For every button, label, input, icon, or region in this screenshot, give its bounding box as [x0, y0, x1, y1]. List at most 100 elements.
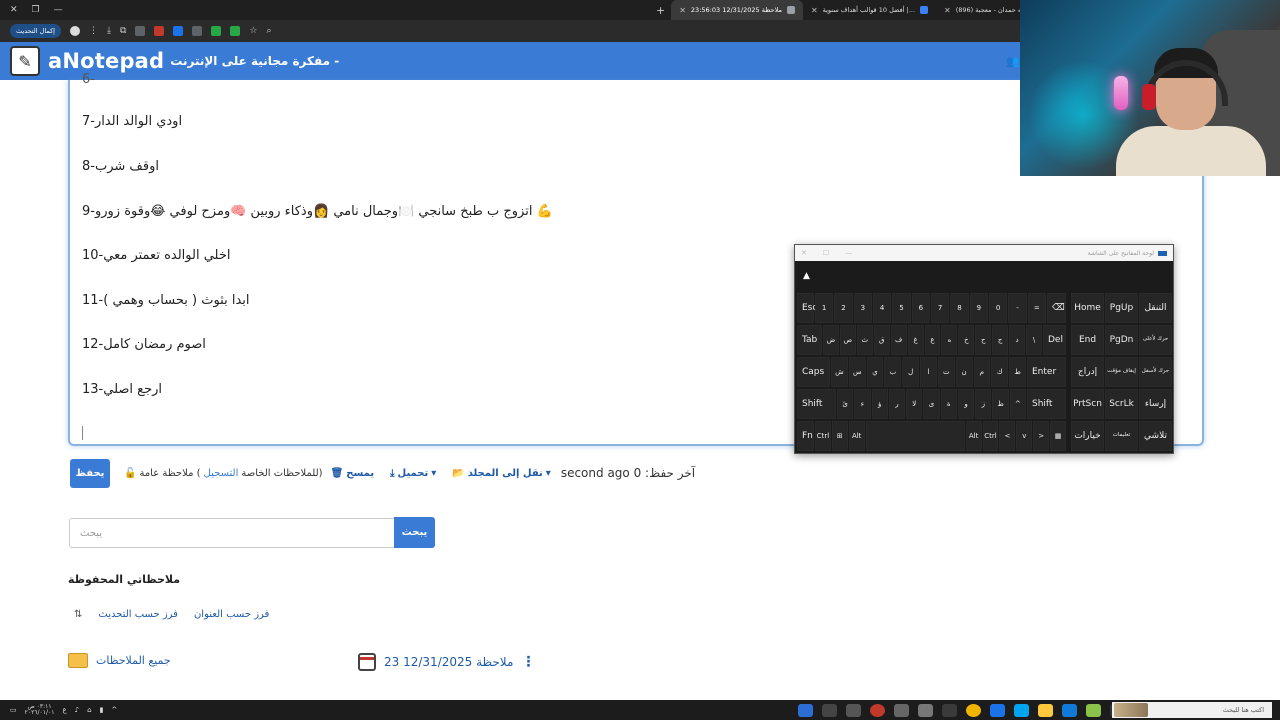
keyboard-key[interactable]: ء — [854, 389, 871, 419]
keyboard-nav-key[interactable]: إدراج — [1071, 357, 1104, 387]
app-icon[interactable] — [894, 703, 909, 717]
keyboard-key[interactable]: ل — [902, 357, 920, 387]
keyboard-key[interactable]: 5 — [892, 293, 911, 323]
keyboard-key[interactable]: Del — [1043, 325, 1066, 355]
sort-by-title-link[interactable]: فرز حسب العنوان — [194, 609, 269, 620]
menu-icon[interactable]: ⋮ — [89, 26, 98, 36]
keyboard-key[interactable]: 6 — [911, 293, 930, 323]
search-icon[interactable]: ⌕ — [266, 26, 271, 36]
close-tab-icon[interactable]: ✕ — [811, 6, 818, 15]
download-button[interactable]: ⤓ تحميل ▾ — [390, 468, 436, 479]
keyboard-key[interactable]: ئ — [837, 389, 854, 419]
keyboard-key[interactable]: 9 — [969, 293, 988, 323]
keyboard-nav-key[interactable]: خيارات — [1071, 421, 1104, 451]
keyboard-nav-key[interactable]: PgUp — [1105, 293, 1138, 323]
extension-icon[interactable] — [230, 26, 241, 36]
keyboard-key[interactable]: ت — [937, 357, 955, 387]
restore-window-icon[interactable]: ❐ — [32, 5, 40, 15]
keyboard-key[interactable]: ب — [884, 357, 902, 387]
app-icon[interactable] — [942, 703, 957, 717]
more-options-icon[interactable]: ⋮ — [521, 654, 535, 670]
app-icon[interactable] — [1014, 703, 1029, 717]
bookmark-star-icon[interactable]: ☆ — [249, 26, 257, 36]
keyboard-key[interactable]: > — [1033, 421, 1050, 451]
keyboard-key[interactable]: ث — [856, 325, 873, 355]
keyboard-key[interactable]: ي — [866, 357, 884, 387]
keyboard-key[interactable]: 3 — [853, 293, 872, 323]
keyboard-key[interactable]: < — [999, 421, 1016, 451]
minimize-window-icon[interactable]: — — [54, 5, 63, 15]
network-icon[interactable]: ⌂ — [87, 706, 91, 714]
notification-icon[interactable]: ▭ — [10, 706, 17, 714]
update-button[interactable]: إكمال التحديث — [10, 24, 61, 38]
keyboard-nav-key[interactable]: تعليمات — [1105, 421, 1138, 451]
close-window-icon[interactable]: ✕ — [10, 5, 18, 15]
keyboard-key[interactable]: لا — [906, 389, 923, 419]
keyboard-key[interactable]: 4 — [873, 293, 892, 323]
keyboard-key[interactable]: 1 — [815, 293, 834, 323]
keyboard-key[interactable]: Alt — [848, 421, 865, 451]
file-explorer-icon[interactable] — [1038, 703, 1053, 717]
move-to-folder-button[interactable]: 📂 نقل إلى المجلد ▾ — [452, 468, 551, 479]
keyboard-key[interactable]: ه — [941, 325, 958, 355]
saved-note-item[interactable]: ملاحظة 12/31/2025 23 ⋮ — [358, 653, 535, 671]
keyboard-key[interactable]: ⊞ — [831, 421, 848, 451]
space-key[interactable] — [865, 421, 965, 451]
settings-icon[interactable] — [918, 703, 933, 717]
keyboard-key[interactable]: Caps — [797, 357, 830, 387]
app-icon[interactable] — [990, 703, 1005, 717]
maximize-icon[interactable]: ☐ — [823, 249, 829, 257]
extension-icon[interactable] — [173, 26, 184, 36]
keyboard-key[interactable]: و — [957, 389, 975, 419]
register-link[interactable]: التسجيل — [204, 468, 239, 479]
keyboard-key[interactable]: ؤ — [871, 389, 888, 419]
site-brand[interactable]: aNotepad — [48, 49, 164, 73]
keyboard-key[interactable]: - — [1008, 293, 1027, 323]
close-tab-icon[interactable]: ✕ — [679, 6, 686, 15]
keyboard-key[interactable]: د — [1009, 325, 1026, 355]
keyboard-key[interactable]: 7 — [931, 293, 950, 323]
keyboard-key[interactable]: 0 — [989, 293, 1008, 323]
keyboard-key[interactable]: Ctrl — [982, 421, 999, 451]
keyboard-key[interactable]: ط — [1009, 357, 1026, 387]
extension-icon[interactable] — [192, 26, 203, 36]
extensions-icon[interactable]: ⧉ — [120, 26, 126, 36]
keyboard-key[interactable]: 8 — [950, 293, 969, 323]
profile-icon[interactable] — [69, 26, 80, 36]
keyboard-nav-key[interactable]: تلاشي — [1139, 421, 1172, 451]
close-icon[interactable]: ✕ — [801, 249, 807, 257]
keyboard-key[interactable]: ا — [920, 357, 937, 387]
keyboard-nav-key[interactable]: إرساء — [1139, 389, 1172, 419]
keyboard-nav-key[interactable]: Home — [1071, 293, 1104, 323]
keyboard-key[interactable]: Fn — [797, 421, 814, 451]
keyboard-nav-key[interactable]: إيقاف مؤقت — [1105, 357, 1138, 387]
chrome-icon[interactable] — [966, 703, 981, 717]
keyboard-key[interactable]: 2 — [834, 293, 853, 323]
keyboard-key[interactable]: ف — [890, 325, 907, 355]
keyboard-nav-key[interactable]: PrtScn — [1071, 389, 1104, 419]
volume-icon[interactable]: ♪ — [75, 706, 79, 714]
keyboard-key[interactable]: ش — [831, 357, 848, 387]
extension-icon[interactable] — [135, 26, 146, 36]
app-icon[interactable] — [1086, 703, 1101, 717]
keyboard-key[interactable]: Shift — [797, 389, 836, 419]
app-icon[interactable] — [846, 703, 861, 717]
keyboard-key[interactable]: ض — [823, 325, 839, 355]
keyboard-key[interactable]: Enter — [1027, 357, 1066, 387]
keyboard-nav-key[interactable]: حرك لأعلى — [1139, 325, 1172, 355]
keyboard-key[interactable]: Shift — [1027, 389, 1066, 419]
keyboard-key[interactable]: \ — [1026, 325, 1042, 355]
keyboard-key[interactable]: Alt — [965, 421, 982, 451]
keyboard-key[interactable]: ج — [992, 325, 1009, 355]
show-hidden-icons[interactable]: ^ — [111, 706, 117, 714]
keyboard-nav-key[interactable]: التنقل — [1139, 293, 1172, 323]
clock[interactable]: ٠٣:١١ ص ٢٠٢٦/٠١/٠١ — [25, 703, 55, 717]
keyboard-key[interactable]: Tab — [797, 325, 822, 355]
notepad-logo-icon[interactable]: ✎ — [10, 46, 40, 76]
new-tab-button[interactable]: + — [650, 4, 671, 17]
keyboard-key[interactable]: ز — [975, 389, 992, 419]
keyboard-key[interactable]: ▦ — [1050, 421, 1066, 451]
keyboard-key[interactable]: ن — [955, 357, 973, 387]
keyboard-nav-key[interactable]: ScrLk — [1105, 389, 1138, 419]
minimize-icon[interactable]: — — [845, 249, 852, 257]
